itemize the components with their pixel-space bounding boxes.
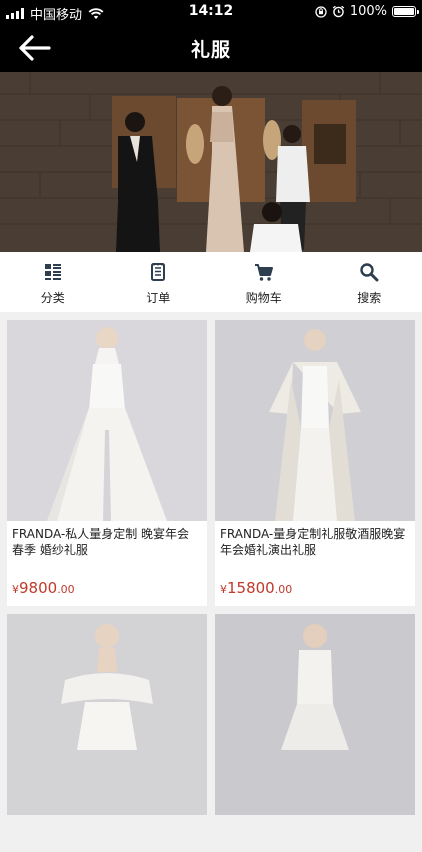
page-title: 礼服 <box>0 35 422 62</box>
tab-category-label: 分类 <box>41 289 65 306</box>
product-image <box>7 320 207 521</box>
tab-cart[interactable]: 购物车 <box>211 252 317 312</box>
product-card[interactable]: FRANDA-私人量身定制 晚宴年会 春季 婚纱礼服 ¥9800.00 <box>7 320 207 606</box>
tab-orders-label: 订单 <box>146 289 170 306</box>
grid-list-icon <box>43 262 63 282</box>
status-bar: 中国移动 14:12 100% <box>0 0 422 24</box>
battery-percent: 100% <box>350 4 387 19</box>
tab-orders[interactable]: 订单 <box>106 252 212 312</box>
banner-image[interactable] <box>0 72 422 252</box>
function-tab-bar: 分类 订单 购物车 搜索 <box>0 252 422 312</box>
product-price: ¥9800.00 <box>12 578 75 597</box>
product-price: ¥15800.00 <box>220 578 292 597</box>
status-right: 100% <box>315 4 416 19</box>
rotation-lock-icon <box>315 6 327 18</box>
product-name <box>215 815 415 852</box>
tab-search[interactable]: 搜索 <box>317 252 422 312</box>
product-name: FRANDA-量身定制礼服敬酒服晚宴 年会婚礼演出礼服 <box>215 521 415 558</box>
tab-search-label: 搜索 <box>357 289 381 306</box>
tab-cart-label: 购物车 <box>246 289 282 306</box>
product-name: FRANDA-私人量身定制 晚宴年会 春季 婚纱礼服 <box>7 521 207 558</box>
tab-category[interactable]: 分类 <box>0 252 106 312</box>
product-name <box>7 815 207 852</box>
battery-icon <box>392 6 416 17</box>
product-image <box>7 614 207 815</box>
cart-icon <box>254 262 274 282</box>
product-image <box>215 320 415 521</box>
alarm-icon <box>332 5 345 18</box>
product-card[interactable] <box>215 614 415 750</box>
product-image <box>215 614 415 815</box>
product-card[interactable]: FRANDA-量身定制礼服敬酒服晚宴 年会婚礼演出礼服 ¥15800.00 <box>215 320 415 606</box>
order-list-icon <box>148 262 168 282</box>
search-icon <box>359 262 379 282</box>
navigation-bar: 礼服 <box>0 24 422 72</box>
product-card[interactable] <box>7 614 207 750</box>
